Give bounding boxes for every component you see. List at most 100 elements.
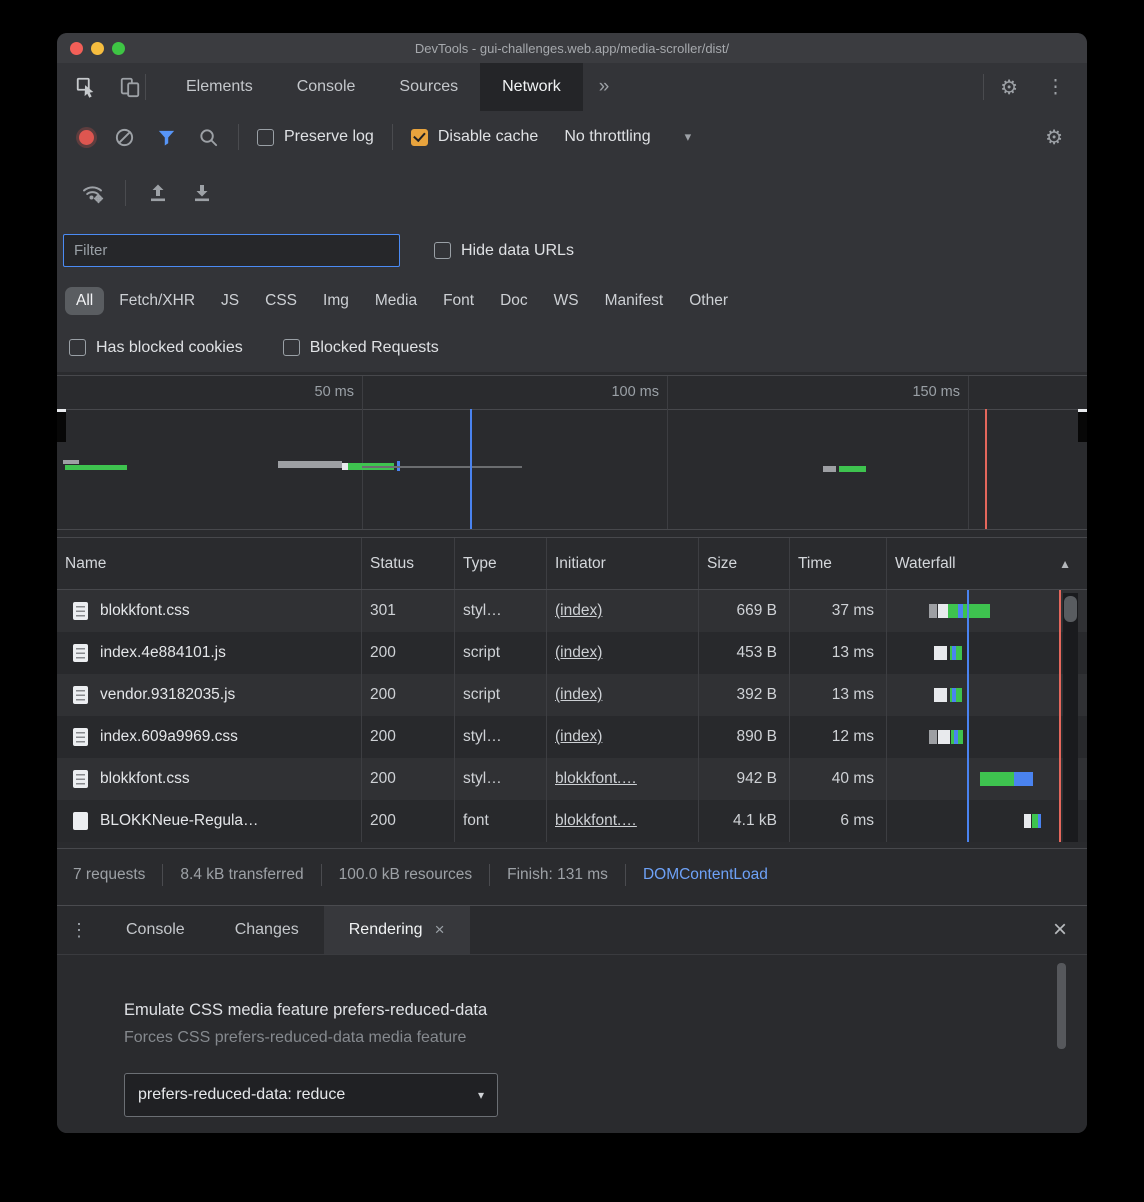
blocked-requests-label[interactable]: Blocked Requests [310,339,439,357]
network-settings-gear-icon[interactable]: ⚙ [1035,125,1073,150]
throttling-dropdown[interactable]: No throttling ▾ [564,128,691,146]
drawer-tab-changes[interactable]: Changes [210,906,324,954]
table-row[interactable]: index.4e884101.js200script(index)453 B13… [57,632,1087,674]
main-menu-kebab-icon[interactable]: ⋮ [1034,76,1077,99]
drawer-scrollbar-thumb[interactable] [1057,963,1066,1049]
overview-waterfall-bar [823,466,836,472]
drawer-tab-console[interactable]: Console [101,906,210,954]
cell-name: blokkfont.css [57,590,362,632]
preserve-log-toggle[interactable]: Preserve log [257,128,374,146]
disable-cache-checkbox[interactable] [411,129,428,146]
tab-sources[interactable]: Sources [377,63,480,111]
table-row[interactable]: blokkfont.css200styl…blokkfont.…942 B40 … [57,758,1087,800]
column-header-waterfall[interactable]: Waterfall▲ [887,538,1087,589]
filter-pill-media[interactable]: Media [364,287,428,315]
waterfall-bar [929,730,937,744]
initiator-link[interactable]: (index) [555,728,602,746]
filter-pill-manifest[interactable]: Manifest [594,287,675,315]
disable-cache-label[interactable]: Disable cache [438,128,539,146]
cell-size: 453 B [699,632,790,674]
disable-cache-toggle[interactable]: Disable cache [411,128,539,146]
initiator-link[interactable]: blokkfont.… [555,770,637,788]
hide-data-urls-label[interactable]: Hide data URLs [461,242,574,260]
table-row[interactable]: blokkfont.css301styl…(index)669 B37 ms [57,590,1087,632]
preserve-log-label[interactable]: Preserve log [284,128,374,146]
filter-pill-font[interactable]: Font [432,287,485,315]
search-icon[interactable] [196,125,220,149]
filter-pill-css[interactable]: CSS [254,287,308,315]
filter-input[interactable] [63,234,400,267]
prefers-reduced-data-select[interactable]: prefers-reduced-data: reduce ▾ [124,1073,498,1117]
clear-icon[interactable] [112,125,136,149]
drawer-close-icon[interactable]: × [1053,916,1067,944]
initiator-link[interactable]: (index) [555,644,602,662]
import-har-icon[interactable] [146,181,170,205]
filter-pill-js[interactable]: JS [210,287,250,315]
filter-pill-fetchxhr[interactable]: Fetch/XHR [108,287,206,315]
network-summary-bar: 7 requests8.4 kB transferred100.0 kB res… [57,848,1087,900]
column-header-type[interactable]: Type [455,538,547,589]
summary-item: 7 requests [73,866,145,884]
filter-pill-doc[interactable]: Doc [489,287,539,315]
waterfall-dcl-line [967,590,969,842]
device-toolbar-icon[interactable] [115,72,145,102]
dom-content-loaded-label: DOMContentLoad [643,866,768,884]
divider [321,864,322,886]
cell-initiator: (index) [547,674,699,716]
drawer-tabs: ConsoleChangesRendering× [101,906,470,954]
table-row[interactable]: vendor.93182035.js200script(index)392 B1… [57,674,1087,716]
file-icon [73,812,88,830]
more-tabs-icon[interactable]: » [583,76,626,98]
throttling-value[interactable]: No throttling [564,128,650,146]
network-conditions-icon[interactable] [81,181,105,205]
table-scrollbar-thumb[interactable] [1064,596,1077,622]
tab-console[interactable]: Console [275,63,378,111]
blocked-cookies-label[interactable]: Has blocked cookies [96,339,243,357]
cell-name: index.4e884101.js [57,632,362,674]
tab-network[interactable]: Network [480,63,583,111]
filter-pill-ws[interactable]: WS [543,287,590,315]
initiator-link[interactable]: (index) [555,686,602,704]
drawer-tab-rendering[interactable]: Rendering× [324,906,470,954]
record-button[interactable] [79,130,94,145]
waterfall-bar [934,646,947,660]
filter-funnel-icon[interactable] [154,125,178,149]
hide-data-urls-toggle[interactable]: Hide data URLs [434,242,574,260]
waterfall-bar [938,730,950,744]
tab-elements[interactable]: Elements [164,63,275,111]
overview-right-handle[interactable] [1078,409,1087,442]
overview-left-handle[interactable] [57,409,66,442]
blocked-cookies-checkbox[interactable] [69,339,86,356]
table-scrollbar-track[interactable] [1063,593,1078,842]
export-har-icon[interactable] [190,181,214,205]
blocked-requests-toggle[interactable]: Blocked Requests [283,339,439,357]
column-header-time[interactable]: Time [790,538,887,589]
settings-gear-icon[interactable]: ⚙ [990,75,1028,100]
preserve-log-checkbox[interactable] [257,129,274,146]
initiator-link[interactable]: blokkfont.… [555,812,637,830]
cell-waterfall [887,758,1087,800]
hide-data-urls-checkbox[interactable] [434,242,451,259]
minimize-window-button[interactable] [91,42,104,55]
filter-pill-all[interactable]: All [65,287,104,315]
request-name: blokkfont.css [100,770,190,788]
close-tab-icon[interactable]: × [435,920,445,940]
initiator-link[interactable]: (index) [555,602,602,620]
table-row[interactable]: index.609a9969.css200styl…(index)890 B12… [57,716,1087,758]
zoom-window-button[interactable] [112,42,125,55]
filter-pill-img[interactable]: Img [312,287,360,315]
column-header-status[interactable]: Status [362,538,455,589]
drawer-menu-kebab-icon[interactable]: ⋮ [57,920,101,941]
inspect-element-icon[interactable] [71,72,101,102]
column-header-initiator[interactable]: Initiator [547,538,699,589]
column-header-name[interactable]: Name [57,538,362,589]
cell-waterfall [887,674,1087,716]
blocked-cookies-toggle[interactable]: Has blocked cookies [69,339,243,357]
table-row[interactable]: BLOKKNeue-Regula…200fontblokkfont.…4.1 k… [57,800,1087,842]
column-header-size[interactable]: Size [699,538,790,589]
filter-pill-other[interactable]: Other [678,287,739,315]
close-window-button[interactable] [70,42,83,55]
network-overview-timeline[interactable]: 50 ms100 ms150 ms [57,375,1087,530]
blocked-requests-checkbox[interactable] [283,339,300,356]
waterfall-bar [1024,814,1031,828]
